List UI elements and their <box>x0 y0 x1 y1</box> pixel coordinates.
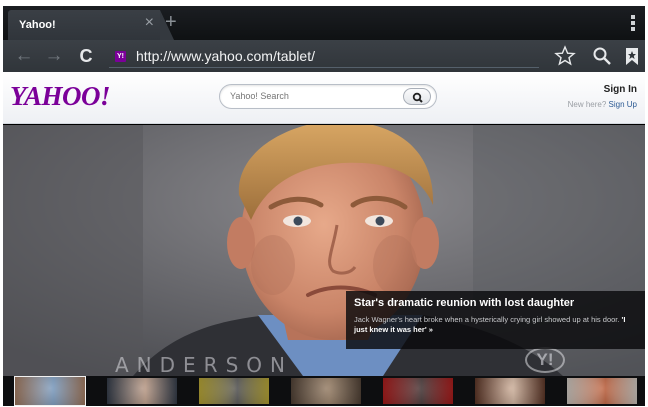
browser-window: Yahoo! × + ← → C Y! http://www.yahoo.com… <box>3 6 645 406</box>
search-button[interactable] <box>403 88 431 105</box>
thumb-food[interactable] <box>567 378 637 404</box>
yahoo-logo[interactable]: YAHOO! <box>10 81 111 112</box>
hero-image[interactable]: ANDERSON Y! Star's dramatic reunion with… <box>3 125 645 376</box>
tab-yahoo[interactable]: Yahoo! × <box>8 10 174 40</box>
thumbnail-image <box>107 378 177 404</box>
thumbnail-image <box>15 377 85 405</box>
new-here-text: New here? Sign Up <box>568 100 637 109</box>
forward-icon[interactable]: → <box>42 44 66 68</box>
thumb-politicians[interactable] <box>107 378 177 404</box>
story-headline[interactable]: Star's dramatic reunion with lost daught… <box>354 297 637 309</box>
thumb-portrait[interactable] <box>199 378 269 404</box>
sign-in-link[interactable]: Sign In <box>604 84 637 95</box>
star-icon[interactable] <box>553 44 577 68</box>
story-summary: Jack Wagner's heart broke when a hysteri… <box>354 315 637 335</box>
thumb-red-stage[interactable] <box>383 378 453 404</box>
yahoo-favicon-icon: Y! <box>115 51 126 62</box>
thumbnail-image <box>199 378 269 404</box>
tab-title: Yahoo! <box>19 19 56 31</box>
new-tab-icon[interactable]: + <box>165 12 177 32</box>
search-input[interactable] <box>230 91 390 101</box>
url-text[interactable]: http://www.yahoo.com/tablet/ <box>136 48 315 64</box>
thumbnail-strip <box>3 376 645 406</box>
anderson-watermark: ANDERSON <box>115 353 293 376</box>
thumbnail-image <box>475 378 545 404</box>
back-icon[interactable]: ← <box>12 44 36 68</box>
overflow-menu-icon[interactable] <box>631 15 635 31</box>
yahoo-search-box <box>219 84 437 109</box>
new-here-label: New here? <box>567 100 607 109</box>
thumb-star-reunion[interactable] <box>14 376 86 406</box>
magnifier-icon <box>412 92 423 103</box>
url-underline <box>109 67 539 68</box>
thumb-dining[interactable] <box>475 378 545 404</box>
yahoo-header: YAHOO! Sign In New here? Sign Up <box>3 72 645 124</box>
thumbnail-image <box>383 378 453 404</box>
address-field[interactable]: Y! http://www.yahoo.com/tablet/ <box>109 44 539 68</box>
story-caption[interactable]: Star's dramatic reunion with lost daught… <box>346 291 645 349</box>
sign-up-link[interactable]: Sign Up <box>609 100 637 109</box>
search-icon[interactable] <box>590 44 614 68</box>
url-bar: ← → C Y! http://www.yahoo.com/tablet/ <box>3 40 645 72</box>
thumb-crowd[interactable] <box>291 378 361 404</box>
close-icon[interactable]: × <box>145 15 154 31</box>
thumbnail-image <box>291 378 361 404</box>
reload-icon[interactable]: C <box>74 44 98 68</box>
thumbnail-image <box>567 378 637 404</box>
tab-strip: Yahoo! × + <box>3 6 645 40</box>
yahoo-bug-icon: Y! <box>525 347 565 373</box>
story-body: Jack Wagner's heart broke when a hysteri… <box>354 315 620 324</box>
bookmarks-icon[interactable] <box>620 44 644 68</box>
